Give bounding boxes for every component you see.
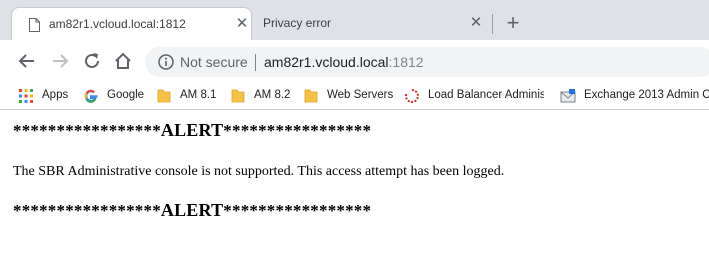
apps-grid-icon — [19, 89, 33, 103]
info-icon[interactable] — [158, 54, 174, 70]
bookmark-load-balancer[interactable]: Load Balancer Administ — [404, 87, 544, 105]
bookmark-label: Apps — [42, 89, 69, 101]
address-bar[interactable]: Not secure am82r1.vcloud.local:1812 — [145, 47, 709, 77]
alert-stars: ***************** — [13, 201, 161, 220]
folder-icon — [231, 89, 245, 103]
folder-icon — [157, 89, 171, 103]
alert-word: ALERT — [160, 200, 224, 220]
close-tab-icon[interactable]: ✕ — [468, 15, 484, 31]
exchange-envelope-icon — [560, 89, 576, 103]
back-arrow-icon[interactable] — [18, 52, 36, 70]
alert-message: The SBR Administrative console is not su… — [13, 164, 505, 179]
loading-spinner-icon — [404, 89, 419, 103]
tab-strip: am82r1.vcloud.local:1812 ✕ Privacy error… — [0, 0, 709, 40]
page-icon — [29, 18, 40, 32]
url-text[interactable]: am82r1.vcloud.local:1812 — [264, 54, 424, 70]
tab-privacy-error[interactable]: Privacy error ✕ — [253, 7, 493, 40]
alert-heading-top: *****************ALERT***************** — [13, 120, 371, 141]
url-port: :1812 — [388, 54, 424, 70]
home-icon[interactable] — [114, 52, 132, 70]
new-tab-icon[interactable]: + — [503, 12, 523, 34]
alert-stars: ***************** — [223, 121, 372, 140]
tab-title: am82r1.vcloud.local:1812 — [49, 17, 186, 31]
bookmark-label: AM 8.2 — [254, 89, 291, 101]
security-status-label[interactable]: Not secure — [180, 54, 248, 70]
google-g-icon — [84, 89, 98, 103]
reload-icon[interactable] — [83, 52, 101, 70]
bookmark-exchange-admin[interactable]: Exchange 2013 Admin C — [560, 87, 709, 105]
bookmark-label: Google — [107, 89, 145, 101]
alert-stars: ***************** — [223, 201, 372, 220]
alert-word: ALERT — [160, 120, 224, 140]
tab-active[interactable]: am82r1.vcloud.local:1812 ✕ — [11, 7, 252, 40]
forward-arrow-icon[interactable] — [51, 52, 69, 70]
bookmark-label: Load Balancer Administ — [428, 89, 544, 101]
omnibox-divider — [255, 54, 256, 71]
tab-title: Privacy error — [263, 16, 332, 30]
close-tab-icon[interactable]: ✕ — [234, 16, 250, 32]
url-host: am82r1.vcloud.local — [264, 54, 389, 70]
bookmarks-bar: Apps Google AM 8.1 AM 8.2 Web Servers Lo… — [0, 82, 709, 110]
bookmark-label: Web Servers — [327, 89, 394, 101]
bookmark-label: Exchange 2013 Admin C — [584, 89, 709, 101]
alert-heading-bottom: *****************ALERT***************** — [13, 200, 371, 221]
page-content: *****************ALERT***************** … — [0, 110, 709, 253]
bookmark-label: AM 8.1 — [180, 89, 217, 101]
folder-icon — [304, 89, 318, 103]
alert-stars: ***************** — [13, 121, 161, 140]
tab-divider — [492, 14, 493, 34]
